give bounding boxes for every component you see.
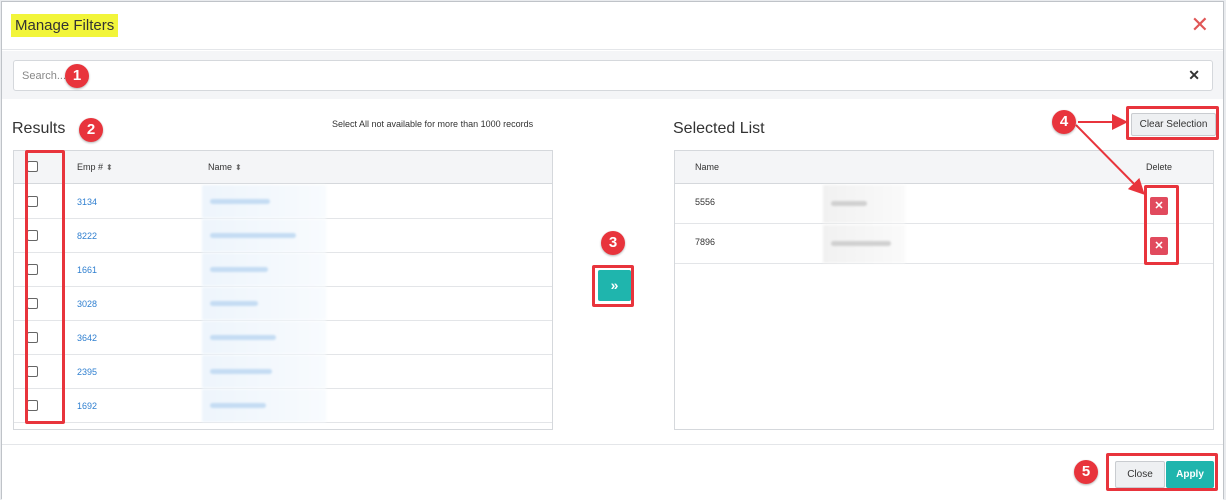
annotation-badge: 1	[65, 64, 89, 88]
annotation-badge: 4	[1052, 110, 1076, 134]
delete-icon[interactable]: ✕	[1150, 237, 1168, 255]
emp-number-link[interactable]: 3642	[77, 333, 97, 343]
close-button[interactable]: Close	[1115, 461, 1165, 488]
dialog-footer: Close Apply	[2, 444, 1223, 500]
table-row: 1692	[14, 389, 552, 423]
clear-search-icon[interactable]: ✕	[1188, 67, 1200, 84]
redacted-name	[823, 225, 905, 263]
row-checkbox[interactable]	[27, 264, 38, 275]
search-input[interactable]	[14, 61, 1174, 90]
redacted-name	[202, 389, 326, 422]
redacted-name	[202, 219, 326, 252]
emp-number-link[interactable]: 8222	[77, 231, 97, 241]
results-table-header: Emp # ⬍ Name ⬍	[14, 151, 552, 184]
emp-number-link[interactable]: 1692	[77, 401, 97, 411]
name-column-header: Name	[695, 162, 720, 172]
search-box: ✕	[13, 60, 1213, 91]
apply-button[interactable]: Apply	[1166, 461, 1214, 488]
row-checkbox[interactable]	[27, 196, 38, 207]
results-title: Results	[12, 120, 66, 137]
selected-list-title: Selected List	[673, 120, 765, 137]
selected-id: 7896	[695, 237, 716, 247]
dialog-title: Manage Filters	[11, 14, 119, 37]
table-row: 8222	[14, 219, 552, 253]
table-row: 2395	[14, 355, 552, 389]
manage-filters-dialog: Manage Filters ✕ ✕ Results Select All no…	[1, 1, 1224, 500]
redacted-name	[202, 253, 326, 286]
row-checkbox[interactable]	[27, 230, 38, 241]
name-column-label: Name	[208, 162, 233, 172]
table-row: 1661	[14, 253, 552, 287]
emp-column-label: Emp #	[77, 162, 104, 172]
redacted-name	[202, 355, 326, 388]
redacted-name	[202, 287, 326, 320]
emp-number-link[interactable]: 3134	[77, 197, 97, 207]
annotation-badge: 2	[79, 118, 103, 142]
annotation-arrows	[1075, 114, 1145, 195]
redacted-name	[202, 321, 326, 354]
selected-id: 5556	[695, 197, 716, 207]
row-checkbox[interactable]	[27, 298, 38, 309]
double-chevron-right-icon: »	[610, 277, 619, 293]
emp-number-link[interactable]: 2395	[77, 367, 97, 377]
dialog-header: Manage Filters ✕	[2, 2, 1223, 50]
table-row: 3642	[14, 321, 552, 355]
close-icon[interactable]: ✕	[1191, 14, 1209, 36]
sort-icon: ⬍	[106, 163, 113, 172]
name-column-header[interactable]: Name ⬍	[208, 162, 242, 172]
emp-column-header[interactable]: Emp # ⬍	[77, 162, 113, 172]
emp-number-link[interactable]: 3028	[77, 299, 97, 309]
table-row: 3134	[14, 185, 552, 219]
annotation-badge: 3	[601, 231, 625, 255]
row-checkbox[interactable]	[27, 332, 38, 343]
redacted-name	[823, 185, 905, 223]
select-all-note: Select All not available for more than 1…	[332, 119, 534, 129]
table-row: 3028	[14, 287, 552, 321]
selected-row: 7896 ✕	[675, 225, 1213, 264]
redacted-name	[202, 185, 326, 218]
select-all-checkbox[interactable]	[27, 161, 38, 172]
sort-icon: ⬍	[235, 163, 242, 172]
row-checkbox[interactable]	[27, 400, 38, 411]
emp-number-link[interactable]: 1661	[77, 265, 97, 275]
row-checkbox[interactable]	[27, 366, 38, 377]
results-table: Emp #⬍ Name⬍ 3134 8222 1661 3028 3642	[13, 150, 553, 430]
search-bar: ✕	[2, 51, 1223, 99]
add-to-selected-button[interactable]: »	[598, 270, 631, 301]
annotation-badge: 5	[1074, 460, 1098, 484]
